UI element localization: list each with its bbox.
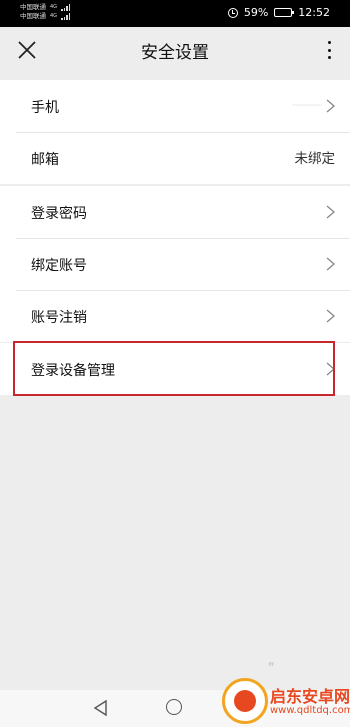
carrier-1-network: 4G	[50, 4, 58, 10]
page-title: 安全设置	[141, 43, 209, 63]
settings-row-account-cancel[interactable]: 账号注销	[0, 290, 350, 342]
watermark-url: www.qdltdq.com	[270, 705, 350, 716]
nav-home-icon[interactable]	[166, 699, 182, 715]
clock: 12:52	[298, 6, 330, 19]
settings-row-email[interactable]: 邮箱 未绑定	[0, 132, 350, 184]
alarm-icon	[227, 7, 238, 18]
status-right: 59% 12:52	[227, 6, 330, 19]
carrier-2-name: 中国联通	[20, 12, 46, 20]
chevron-right-icon	[326, 257, 335, 271]
quote-mark-icon: ❞	[268, 660, 275, 674]
row-label: 手机	[31, 100, 59, 116]
signal-icon	[61, 4, 71, 11]
settings-row-bind-account[interactable]: 绑定账号	[0, 238, 350, 290]
chevron-right-icon	[326, 205, 335, 219]
watermark-name: 启东安卓网	[270, 687, 350, 706]
chevron-right-icon	[326, 309, 335, 323]
account-contact-group: 手机 邮箱 未绑定	[0, 80, 350, 184]
title-bar: 安全设置	[0, 27, 350, 72]
signal-icon	[61, 13, 71, 20]
settings-row-login-password[interactable]: 登录密码	[0, 186, 350, 238]
row-label: 账号注销	[31, 310, 87, 326]
security-options-group: 登录密码 绑定账号 账号注销	[0, 186, 350, 342]
battery-icon	[274, 8, 295, 17]
watermark-logo-icon	[222, 678, 268, 724]
more-vertical-icon[interactable]	[326, 41, 332, 59]
email-status-value: 未绑定	[294, 151, 336, 167]
chevron-right-icon	[326, 99, 335, 113]
carrier-1-name: 中国联通	[20, 3, 46, 11]
battery-percent: 59%	[243, 6, 269, 19]
phone-number-value	[292, 104, 322, 106]
row-label: 邮箱	[31, 152, 59, 168]
site-watermark: ❞ 启东安卓网 www.qdltdq.com	[222, 660, 350, 727]
carrier-info: 中国联通 4G 中国联通 4G	[20, 3, 71, 21]
highlight-annotation-box	[13, 341, 335, 396]
row-label: 登录密码	[31, 206, 87, 222]
settings-row-phone[interactable]: 手机	[0, 80, 350, 132]
nav-back-icon[interactable]	[93, 700, 109, 716]
status-bar: 中国联通 4G 中国联通 4G 59% 12:52	[0, 0, 350, 27]
carrier-2-network: 4G	[50, 13, 58, 19]
row-label: 绑定账号	[31, 258, 87, 274]
